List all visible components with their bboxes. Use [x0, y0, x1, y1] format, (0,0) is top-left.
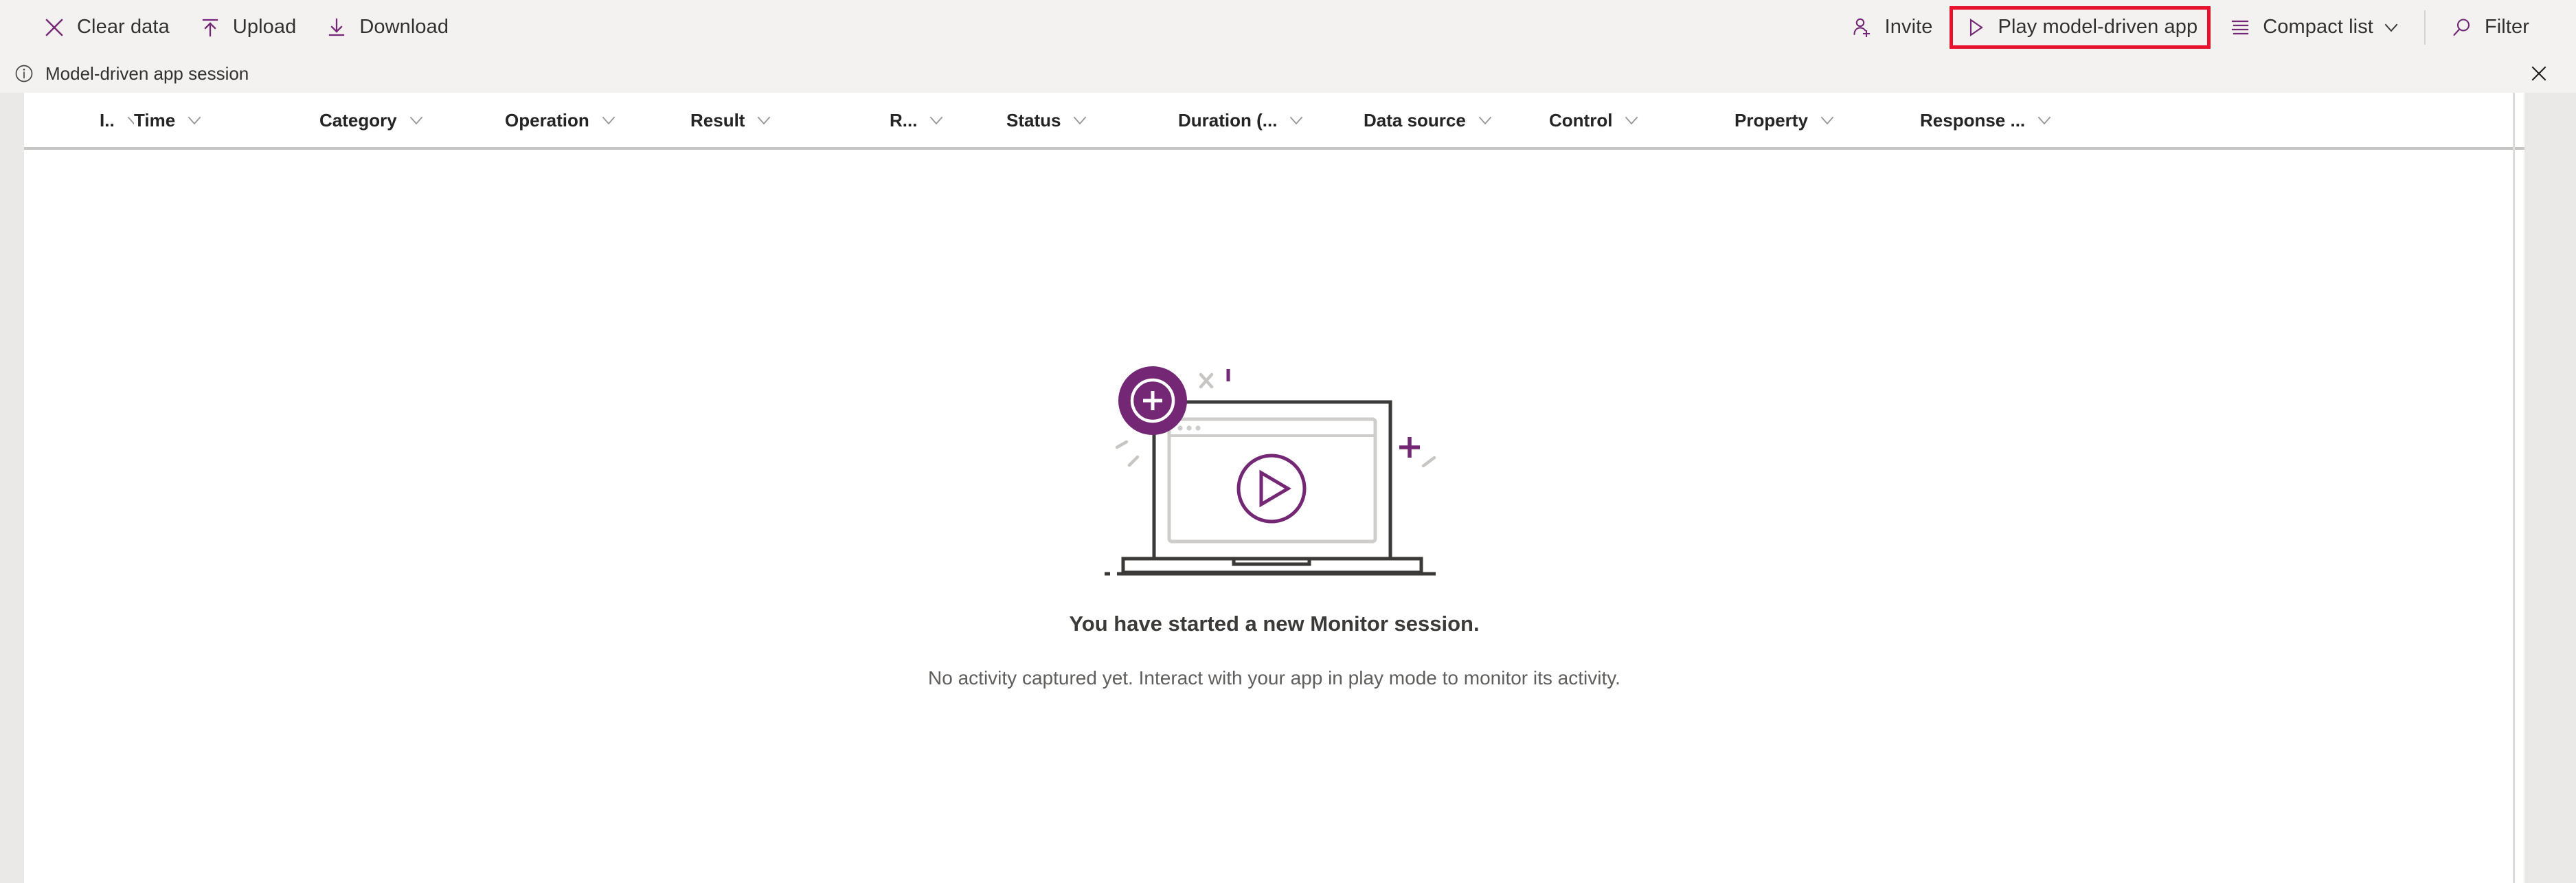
chevron-down-icon: [928, 111, 946, 129]
chevron-down-icon: [1072, 111, 1089, 129]
column-header-property[interactable]: Property: [1735, 91, 1920, 148]
chevron-down-icon: [1623, 111, 1641, 129]
chevron-down-icon: [2036, 111, 2054, 129]
list-lines-icon: [2227, 14, 2253, 41]
close-x-icon: [41, 14, 67, 41]
panel-right-rule: [2513, 93, 2515, 883]
info-bar-message: Model-driven app session: [45, 63, 249, 84]
clear-data-label: Clear data: [77, 16, 170, 38]
column-header-data-source[interactable]: Data source: [1364, 91, 1549, 148]
person-add-icon: [1849, 14, 1875, 41]
content-area: I.. Time Category Operation Result R... …: [0, 93, 2576, 883]
column-label: Category: [319, 109, 397, 131]
column-header-duration[interactable]: Duration (...: [1178, 91, 1364, 148]
info-bar-close-button[interactable]: [2525, 60, 2553, 87]
command-bar-left-group: Clear data Upload Download: [0, 8, 462, 47]
column-header-status[interactable]: Status: [1006, 91, 1178, 148]
column-label: Status: [1006, 109, 1061, 131]
upload-arrow-icon: [197, 14, 223, 41]
column-label: Data source: [1364, 109, 1466, 131]
compact-list-button[interactable]: Compact list: [2215, 8, 2413, 47]
column-header-id[interactable]: I..: [24, 91, 134, 148]
chevron-down-icon: [2383, 19, 2401, 36]
chevron-down-icon: [126, 111, 134, 129]
upload-button[interactable]: Upload: [185, 8, 309, 47]
download-button[interactable]: Download: [311, 8, 461, 47]
column-label: Time: [134, 109, 176, 131]
column-label: Property: [1735, 109, 1808, 131]
filter-label: Filter: [2484, 16, 2529, 38]
play-model-driven-app-button[interactable]: Play model-driven app: [1949, 5, 2211, 49]
play-triangle-icon: [1963, 14, 1989, 41]
grid-header-row: I.. Time Category Operation Result R... …: [24, 93, 2524, 150]
play-model-driven-app-label: Play model-driven app: [1998, 16, 2198, 38]
column-header-time[interactable]: Time: [134, 91, 319, 148]
download-arrow-icon: [324, 14, 350, 41]
chevron-down-icon: [186, 111, 204, 129]
command-bar-right-group: Invite Play model-driven app Compact lis…: [1835, 5, 2576, 49]
chevron-down-icon: [1288, 111, 1306, 129]
column-header-category[interactable]: Category: [319, 91, 505, 148]
compact-list-label: Compact list: [2263, 16, 2373, 38]
toolbar-divider: [2424, 10, 2426, 45]
upload-label: Upload: [232, 16, 297, 38]
column-label: I..: [100, 109, 115, 131]
empty-state: You have started a new Monitor session. …: [24, 153, 2524, 883]
info-bar: Model-driven app session: [0, 54, 2576, 93]
column-header-control[interactable]: Control: [1549, 91, 1735, 148]
invite-button[interactable]: Invite: [1837, 8, 1945, 47]
column-label: R...: [890, 109, 918, 131]
column-header-result[interactable]: Result: [690, 91, 890, 148]
column-label: Control: [1549, 109, 1613, 131]
search-magnifier-icon: [2449, 14, 2475, 41]
empty-state-title: You have started a new Monitor session.: [1069, 612, 1480, 636]
filter-button[interactable]: Filter: [2437, 8, 2542, 47]
laptop-play-new-session-illustration: [1099, 346, 1456, 593]
info-circle-icon: [12, 62, 36, 85]
chevron-down-icon: [408, 111, 426, 129]
column-label: Response ...: [1920, 109, 2026, 131]
chevron-down-icon: [600, 111, 618, 129]
column-header-r[interactable]: R...: [890, 91, 1006, 148]
clear-data-button[interactable]: Clear data: [29, 8, 182, 47]
column-header-operation[interactable]: Operation: [505, 91, 690, 148]
session-grid-panel: I.. Time Category Operation Result R... …: [24, 93, 2524, 883]
column-label: Operation: [505, 109, 589, 131]
command-bar: Clear data Upload Download Invite Play m…: [0, 0, 2576, 54]
column-label: Duration (...: [1178, 109, 1278, 131]
empty-state-subtitle: No activity captured yet. Interact with …: [928, 667, 1620, 689]
chevron-down-icon: [1477, 111, 1495, 129]
column-header-response[interactable]: Response ...: [1920, 91, 2147, 148]
chevron-down-icon: [756, 111, 773, 129]
column-label: Result: [690, 109, 745, 131]
invite-label: Invite: [1884, 16, 1933, 38]
monitor-app-window: Clear data Upload Download Invite Play m…: [0, 0, 2576, 883]
download-label: Download: [359, 16, 449, 38]
chevron-down-icon: [1819, 111, 1837, 129]
